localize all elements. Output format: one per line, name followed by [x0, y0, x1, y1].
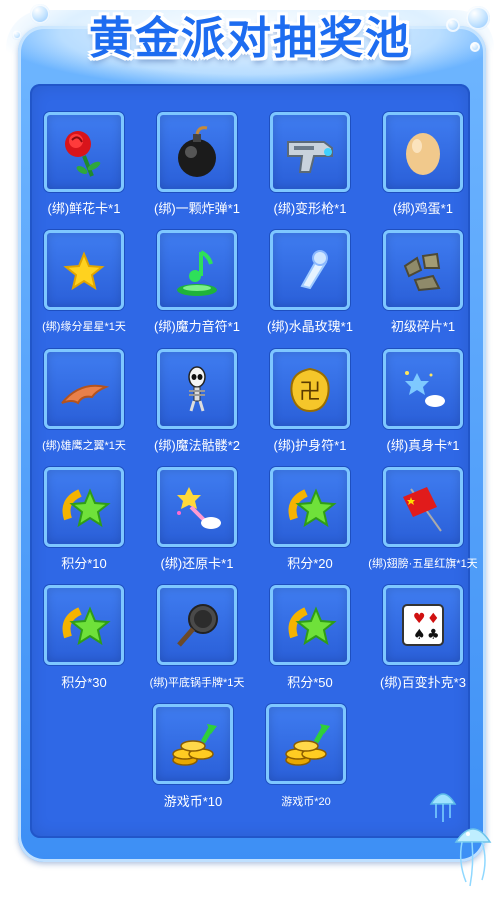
music-note-icon — [160, 233, 234, 307]
page-title: 黄金派对抽奖池 — [89, 13, 411, 64]
prize-item-skeleton[interactable] — [157, 349, 237, 429]
jellyfish-icon — [452, 820, 494, 895]
prize-item-points[interactable] — [44, 467, 124, 547]
transform-gun-icon — [273, 115, 347, 189]
prize-item-star[interactable] — [44, 230, 124, 310]
frying-pan-icon — [160, 588, 234, 662]
prize-item-label: (绑)鸡蛋*1 — [393, 201, 453, 216]
prize-item-label: 积分*10 — [61, 556, 107, 571]
prize-item-label: (绑)真身卡*1 — [386, 438, 460, 453]
prize-item-points[interactable] — [270, 585, 350, 665]
flag-wing-icon — [386, 470, 460, 544]
prize-item-label: (绑)还原卡*1 — [160, 556, 234, 571]
rose-icon — [47, 115, 121, 189]
prize-item-label: (绑)水晶玫瑰*1 — [267, 319, 353, 334]
crystal-rose-icon — [273, 233, 347, 307]
star-icon — [47, 233, 121, 307]
prize-item-points[interactable] — [270, 467, 350, 547]
prize-item-label: (绑)魔力音符*1 — [154, 319, 240, 334]
prize-item-label: 积分*20 — [287, 556, 333, 571]
prize-item-true-form-card[interactable] — [383, 349, 463, 429]
points-icon — [47, 588, 121, 662]
prize-item-music-note[interactable] — [157, 230, 237, 310]
prize-item-label: (绑)翅膀·五星红旗*1天 — [368, 558, 478, 570]
prize-item-label: (绑)百变扑克*3 — [380, 675, 466, 690]
prize-item-crystal-rose[interactable] — [270, 230, 350, 310]
prize-item-transform-gun[interactable] — [270, 112, 350, 192]
restore-card-icon — [160, 470, 234, 544]
points-icon — [273, 588, 347, 662]
true-form-card-icon — [386, 352, 460, 426]
prize-item-label: (绑)鲜花卡*1 — [47, 201, 121, 216]
prize-item-egg[interactable] — [383, 112, 463, 192]
prize-item-label: (绑)一颗炸弹*1 — [154, 201, 240, 216]
prize-item-label: 游戏币*20 — [281, 796, 331, 808]
prize-item-flag-wing[interactable] — [383, 467, 463, 547]
game-coins-icon — [156, 707, 230, 781]
svg-text:卍: 卍 — [299, 380, 321, 405]
svg-text:♥: ♥ — [413, 611, 426, 627]
skeleton-icon — [160, 352, 234, 426]
prize-item-bomb[interactable] — [157, 112, 237, 192]
prize-item-game-coins[interactable] — [153, 704, 233, 784]
svg-text:♣: ♣ — [427, 627, 440, 643]
prize-item-label: (绑)缘分星星*1天 — [42, 321, 126, 333]
svg-text:♦: ♦ — [427, 611, 440, 627]
prize-item-rose[interactable] — [44, 112, 124, 192]
eagle-wing-icon — [47, 352, 121, 426]
bomb-icon — [160, 115, 234, 189]
egg-icon — [386, 115, 460, 189]
prize-item-label: (绑)平底锅手牌*1天 — [149, 677, 245, 689]
fragment-icon — [386, 233, 460, 307]
prize-item-eagle-wing[interactable] — [44, 349, 124, 429]
prize-item-label: 积分*50 — [287, 675, 333, 690]
prize-item-label: (绑)变形枪*1 — [273, 201, 347, 216]
prize-item-label: 游戏币*10 — [163, 794, 223, 809]
prize-item-poker-card[interactable]: ♥ ♦ ♠ ♣ — [383, 585, 463, 665]
prize-item-label: (绑)护身符*1 — [273, 438, 347, 453]
poker-card-icon: ♥ ♦ ♠ ♣ — [386, 588, 460, 662]
svg-text:♠: ♠ — [413, 627, 426, 643]
prize-item-amulet[interactable]: 卍 — [270, 349, 350, 429]
prize-item-restore-card[interactable] — [157, 467, 237, 547]
game-coins-icon — [269, 707, 343, 781]
prize-item-game-coins[interactable] — [266, 704, 346, 784]
prize-item-frying-pan[interactable] — [157, 585, 237, 665]
prize-item-label: 积分*30 — [61, 675, 107, 690]
amulet-icon: 卍 — [273, 352, 347, 426]
points-icon — [273, 470, 347, 544]
prize-item-label: 初级碎片*1 — [390, 319, 456, 334]
prize-item-points[interactable] — [44, 585, 124, 665]
prize-item-label: (绑)雄鹰之翼*1天 — [42, 440, 126, 452]
prize-item-label: (绑)魔法骷髅*2 — [154, 438, 240, 453]
prize-item-fragment[interactable] — [383, 230, 463, 310]
points-icon — [47, 470, 121, 544]
